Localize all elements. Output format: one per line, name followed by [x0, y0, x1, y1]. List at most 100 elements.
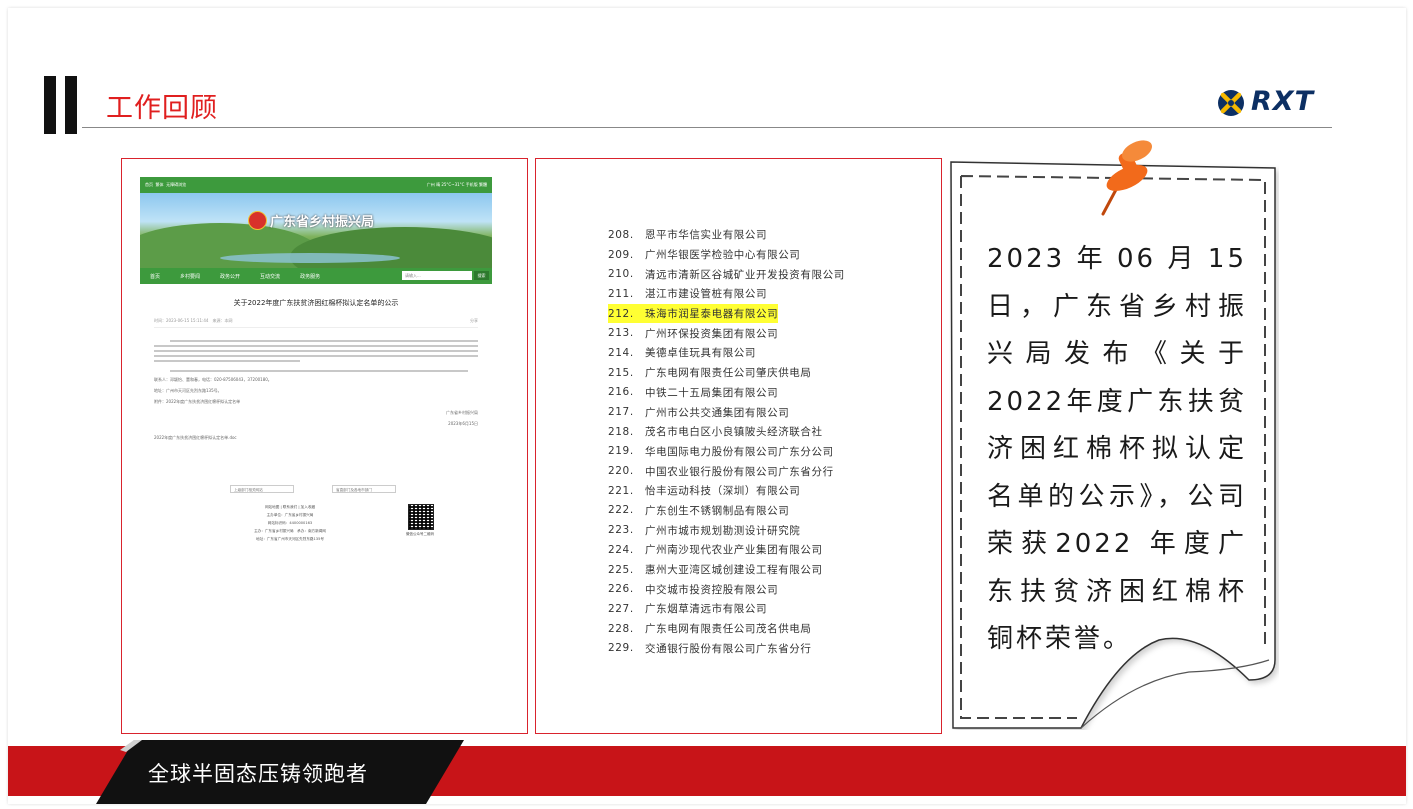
list-item-number: 212.: [608, 307, 634, 320]
footer-line: 主办单位：广东省乡村振兴局: [266, 513, 314, 517]
list-item: 208. 恩平市华信实业有限公司: [608, 225, 928, 245]
list-item-company: 惠州大亚湾区城创建设工程有限公司: [645, 564, 823, 577]
list-item: 227. 广东烟草清远市有限公司: [608, 599, 928, 619]
related-sites-select[interactable]: 上级部门相关网站: [230, 485, 294, 493]
article-text-line: [170, 340, 478, 342]
list-item-company: 广州市公共交通集团有限公司: [645, 406, 790, 419]
logo-emblem-icon: [1218, 90, 1244, 116]
nav-item-interaction[interactable]: 互动交流: [260, 273, 280, 280]
article-text-line: [154, 355, 478, 357]
list-item-company: 广州市城市规划勘测设计研究院: [645, 524, 801, 537]
slogan-text: 全球半固态压铸领跑者: [148, 762, 368, 786]
list-item-number: 216.: [608, 386, 634, 399]
list-item-company: 广州环保投资集团有限公司: [645, 327, 779, 340]
article-signature-date: 2023年6月15日: [448, 421, 478, 426]
list-item-company: 恩平市华信实业有限公司: [645, 229, 768, 242]
list-item: 214. 美德卓佳玩具有限公司: [608, 343, 928, 363]
nav-item-home[interactable]: 首页: [150, 273, 160, 280]
website-search-input[interactable]: 请输入...: [402, 271, 472, 280]
note-text: 2023年06月15日，广东省乡村振兴局发布《关于2022年度广东扶贫济困红棉杯…: [987, 244, 1247, 654]
list-item: 211. 湛江市建设管桩有限公司: [608, 284, 928, 304]
list-item-number: 223.: [608, 524, 634, 537]
award-list: 208. 恩平市华信实业有限公司 209. 广州华银医学检验中心有限公司 210. 清远市…: [608, 225, 928, 658]
list-item-company: 广州南沙现代农业产业集团有限公司: [645, 544, 823, 557]
list-item: 226. 中交城市投资控股有限公司: [608, 579, 928, 599]
list-item-company: 中国农业银行股份有限公司广东省分行: [645, 465, 834, 478]
nav-item-news[interactable]: 乡村要闻: [180, 273, 200, 280]
list-item: 216. 中铁二十五局集团有限公司: [608, 383, 928, 403]
logo-text: RXT: [1251, 86, 1315, 117]
footer-line: 地址：广东省广州市天河区先烈东路135号: [256, 537, 324, 541]
pushpin-icon: [1101, 140, 1152, 216]
list-item-company: 湛江市建设管桩有限公司: [645, 288, 768, 301]
website-search-button[interactable]: 搜索: [474, 271, 489, 280]
award-list-panel: 208. 恩平市华信实业有限公司 209. 广州华银医学检验中心有限公司 210. 清远市…: [535, 158, 942, 734]
footer-links[interactable]: 网站地图 | 联系我们 | 加入收藏: [230, 505, 350, 510]
list-item-company: 广东电网有限责任公司茂名供电局: [645, 623, 812, 636]
list-item-company: 中铁二十五局集团有限公司: [645, 386, 779, 399]
national-emblem-icon: [248, 211, 267, 230]
article-text-line: [170, 370, 469, 372]
list-item: 221. 怡丰运动科技（深圳）有限公司: [608, 481, 928, 501]
list-item-company: 交通银行股份有限公司广东省分行: [645, 642, 812, 655]
list-item-number: 224.: [608, 543, 634, 556]
list-item-number: 225.: [608, 563, 634, 576]
list-item-company: 广州华银医学检验中心有限公司: [645, 249, 801, 262]
list-item: 210. 清远市清新区谷城矿业开发投资有限公司: [608, 264, 928, 284]
top-right-info: 广州 晴 25°C~31°C 手机版 繁體: [426, 182, 487, 187]
list-item-number: 209.: [608, 248, 634, 261]
article-share[interactable]: 分享: [470, 318, 478, 324]
list-item-number: 228.: [608, 622, 634, 635]
footer-line: 主办：广东省乡村振兴局 承办：南方新闻网: [254, 529, 326, 533]
article-text-line: [154, 360, 300, 362]
list-item-highlighted: 212. 珠海市润星泰电器有限公司: [608, 303, 779, 324]
website-page: 首页 繁体 无障碍浏览 广州 晴 25°C~31°C 手机版 繁體 广东省乡村振…: [140, 177, 492, 471]
list-item-company: 茂名市电白区小良镇陂头经济联合社: [645, 426, 823, 439]
top-link-traditional[interactable]: 繁体: [156, 182, 164, 187]
website-nav: 首页 乡村要闻 政务公开 互动交流 政务服务 请输入... 搜索: [140, 268, 492, 284]
list-item-number: 219.: [608, 445, 634, 458]
note-card: 2023年06月15日，广东省乡村振兴局发布《关于2022年度广东扶贫济困红棉杯…: [949, 140, 1279, 730]
qr-code-icon: [408, 504, 434, 530]
list-item: 218. 茂名市电白区小良镇陂头经济联合社: [608, 422, 928, 442]
nav-item-open-gov[interactable]: 政务公开: [220, 273, 240, 280]
article-title: 关于2022年度广东扶贫济困红棉杯拟认定名单的公示: [233, 299, 399, 307]
list-item: 220. 中国农业银行股份有限公司广东省分行: [608, 461, 928, 481]
department-sites-select[interactable]: 省直部门及各地市部门: [332, 485, 396, 493]
list-item: 219. 华电国际电力股份有限公司广东分公司: [608, 442, 928, 462]
article-meta-left: 时间：2023-06-15 15:11:44 来源：本网: [154, 318, 233, 323]
article-text-line: [154, 350, 478, 352]
article-text-line: [154, 345, 478, 347]
list-item: 209. 广州华银医学检验中心有限公司: [608, 245, 928, 265]
list-item-number: 226.: [608, 583, 634, 596]
list-item: 222. 广东创生不锈钢制品有限公司: [608, 501, 928, 521]
article-body: 关于2022年度广东扶贫济困红棉杯拟认定名单的公示 时间：2023-06-15 …: [140, 284, 492, 454]
list-item: 223. 广州市城市规划勘测设计研究院: [608, 520, 928, 540]
list-item-number: 211.: [608, 287, 634, 300]
top-link-home[interactable]: 首页: [145, 182, 153, 187]
list-item: 224. 广州南沙现代农业产业集团有限公司: [608, 540, 928, 560]
list-item: 215. 广东电网有限责任公司肇庆供电局: [608, 363, 928, 383]
footer-line: 网站标识码：4400000163: [267, 521, 313, 525]
top-links: 首页 繁体 无障碍浏览: [145, 182, 186, 188]
list-item-number: 218.: [608, 425, 634, 438]
company-logo: RXT: [1216, 86, 1331, 120]
list-item: 217. 广州市公共交通集团有限公司: [608, 402, 928, 422]
list-item-company: 华电国际电力股份有限公司广东分公司: [645, 445, 834, 458]
website-top-bar: 首页 繁体 无障碍浏览 广州 晴 25°C~31°C 手机版 繁體: [140, 177, 492, 193]
list-item-number: 222.: [608, 504, 634, 517]
list-item-number: 229.: [608, 642, 634, 655]
top-link-accessibility[interactable]: 无障碍浏览: [166, 182, 186, 187]
nav-item-services[interactable]: 政务服务: [300, 273, 320, 280]
article-attachment[interactable]: 附件：2022年度广东扶贫济困红棉杯拟认定名单: [154, 399, 478, 405]
list-item-number: 208.: [608, 228, 634, 241]
article-file-link[interactable]: 2022年度广东扶贫济困红棉杯拟认定名单.doc: [154, 435, 478, 441]
site-name: 广东省乡村振兴局: [270, 215, 375, 230]
website-screenshot-panel: 首页 繁体 无障碍浏览 广州 晴 25°C~31°C 手机版 繁體 广东省乡村振…: [121, 158, 528, 734]
list-item-company: 珠海市润星泰电器有限公司: [645, 308, 779, 321]
list-item-number: 227.: [608, 602, 634, 615]
title-bars-decoration: [44, 76, 78, 134]
list-item: 213. 广州环保投资集团有限公司: [608, 323, 928, 343]
website-footer: 上级部门相关网站 省直部门及各地市部门 网站地图 | 联系我们 | 加入收藏 主…: [140, 481, 492, 611]
list-item-number: 214.: [608, 346, 634, 359]
